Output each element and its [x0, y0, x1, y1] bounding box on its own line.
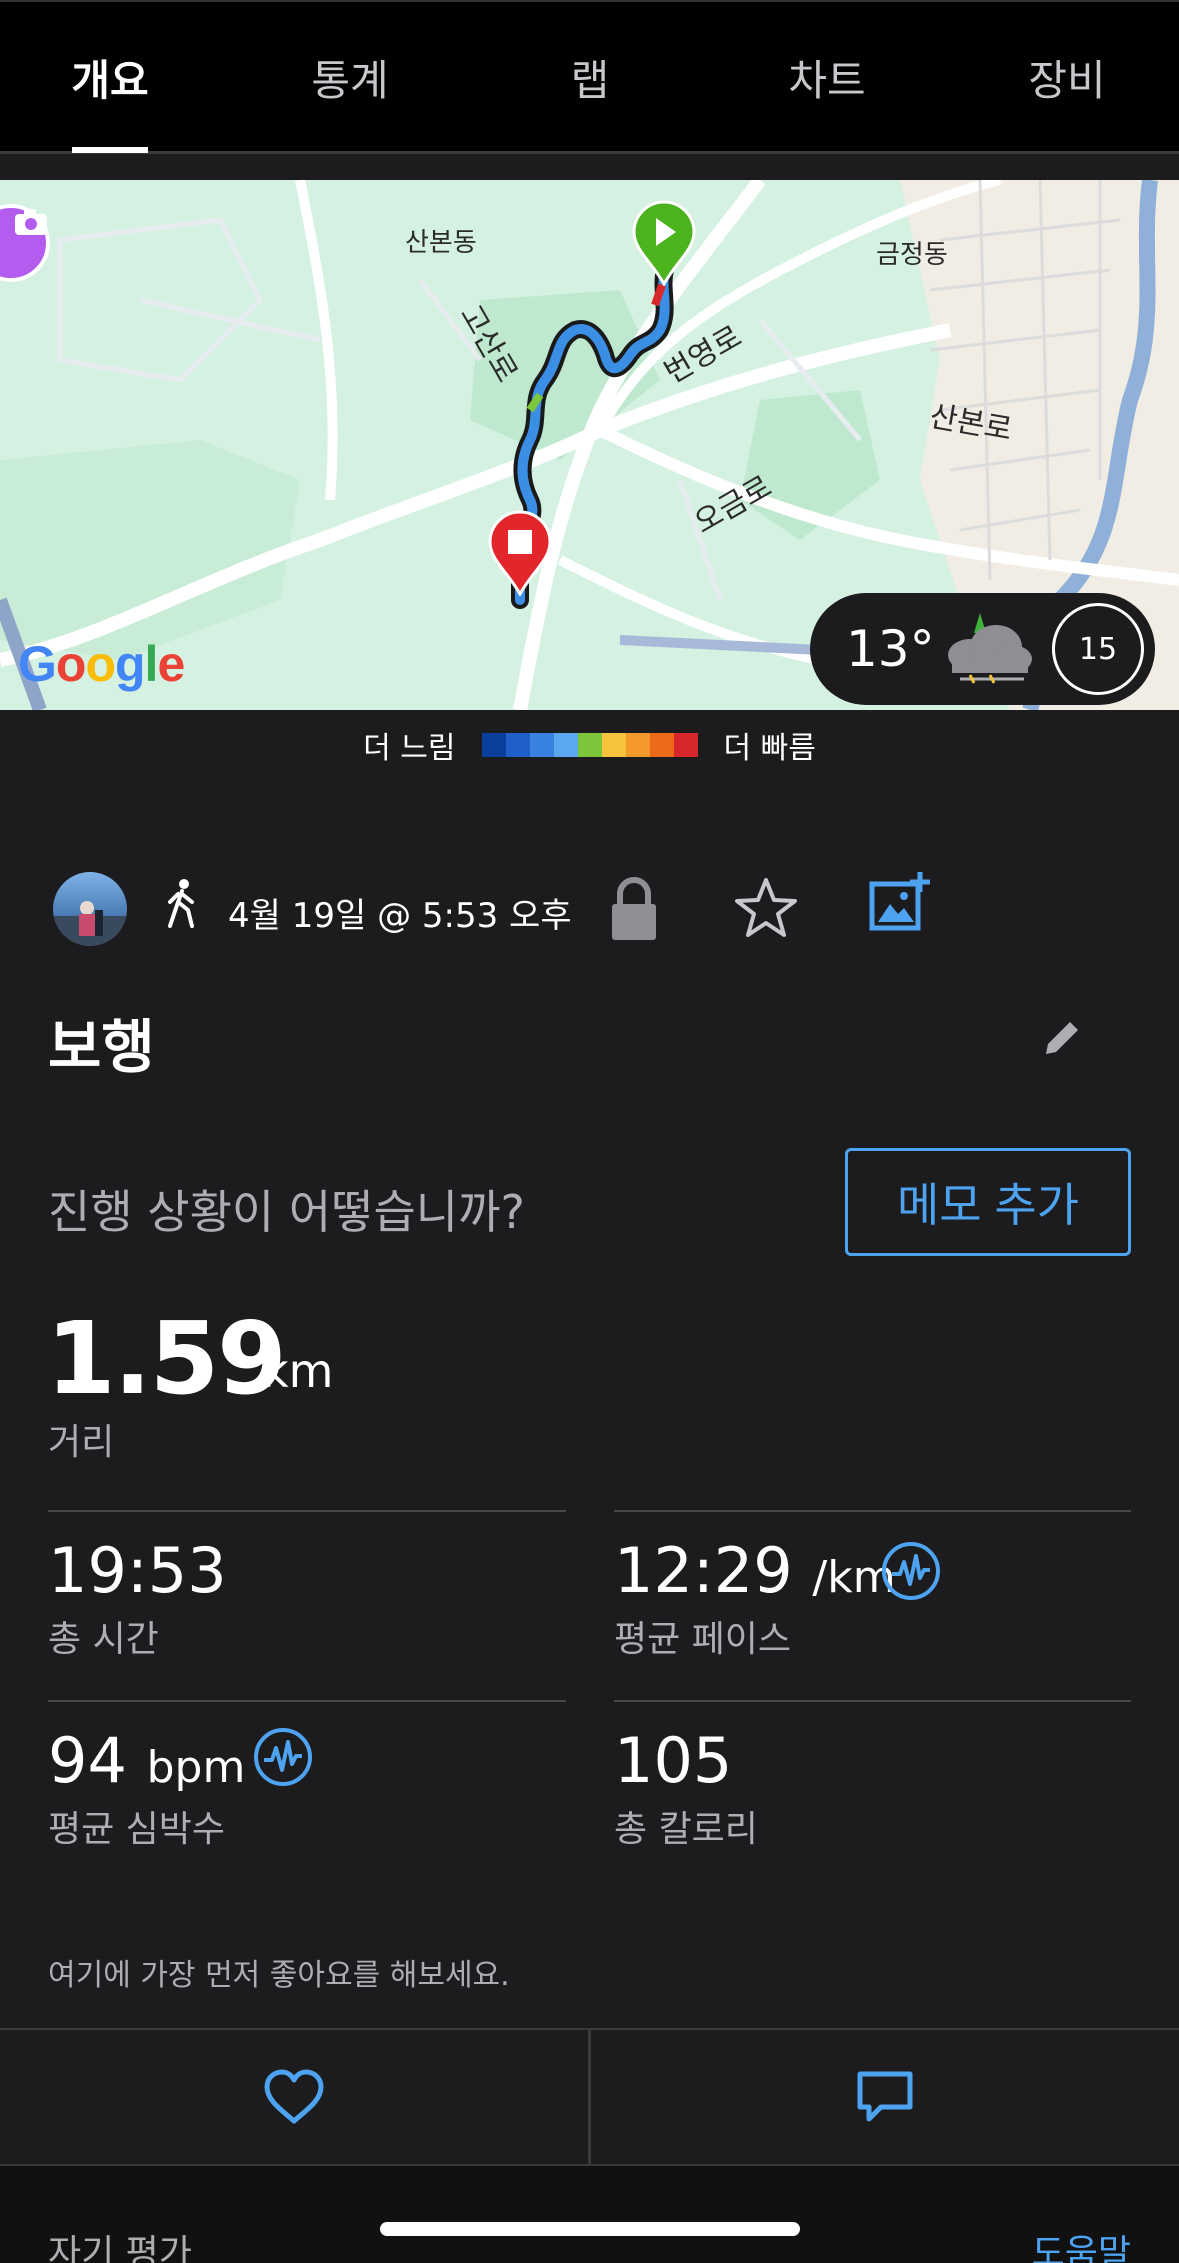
speed-color-swatch: [529, 733, 554, 757]
avg-pace-label: 평균 페이스: [614, 1619, 792, 1660]
lock-icon[interactable]: [608, 874, 660, 944]
distance-unit: km: [262, 1344, 334, 1398]
avg-hr-unit: bpm: [146, 1742, 246, 1793]
weather-widget: 13° 15: [810, 593, 1155, 705]
avg-pace-value: 12:29: [614, 1534, 793, 1607]
activity-title: 보행: [48, 1013, 155, 1081]
camera-icon: [15, 209, 47, 235]
speed-color-swatch: [601, 733, 626, 757]
tab-stats-label: 통계: [311, 56, 389, 105]
divider: [614, 1510, 1131, 1512]
avatar-image: [53, 901, 127, 946]
weather-temperature: 13°: [846, 620, 935, 678]
avg-hr-label: 평균 심박수: [48, 1809, 226, 1850]
add-memo-button[interactable]: 메모 추가: [845, 1148, 1131, 1256]
speed-color-swatch: [577, 733, 602, 757]
google-attribution: Google: [18, 636, 185, 692]
divider: [48, 1700, 566, 1702]
map-label-geumjeong-dong: 금정동: [876, 240, 948, 270]
speed-color-swatch: [649, 733, 674, 757]
speed-color-swatch: [553, 733, 578, 757]
comment-icon: [857, 2071, 913, 2122]
self-evaluation-title: 자기 평가: [48, 2233, 192, 2263]
legend-slow-label: 더 느림: [363, 731, 456, 766]
tab-laps[interactable]: 랩: [520, 2, 660, 153]
home-indicator[interactable]: [380, 2222, 800, 2236]
add-photo-icon[interactable]: [868, 870, 932, 934]
distance-label: 거리: [48, 1422, 115, 1463]
legend-fast-label: 더 빠름: [723, 731, 816, 766]
divider: [48, 1510, 566, 1512]
total-time-value: 19:53: [48, 1534, 227, 1607]
cloud-rain-icon: [948, 613, 1032, 684]
speed-color-swatch: [673, 733, 698, 757]
tab-overview[interactable]: 개요: [40, 2, 180, 153]
total-time-label: 총 시간: [48, 1619, 159, 1660]
tab-gear-label: 장비: [1028, 56, 1106, 105]
tab-charts[interactable]: 차트: [757, 2, 897, 153]
tab-charts-label: 차트: [788, 56, 866, 105]
finish-marker-icon: [488, 510, 552, 596]
calories-label: 총 칼로리: [614, 1809, 758, 1850]
tab-laps-label: 랩: [570, 56, 610, 105]
activity-meta-row: 4월 19일 @ 5:53 오후: [48, 870, 1148, 950]
star-icon[interactable]: [734, 876, 798, 938]
wind-speed-value: 15: [1078, 631, 1118, 667]
edit-icon[interactable]: [1040, 1016, 1084, 1060]
like-prompt: 여기에 가장 먼저 좋아요를 해보세요.: [48, 1958, 510, 1993]
route-map[interactable]: 산본동 금정동 고산로 번영로 산본로 오금로 Google 13° 15: [0, 180, 1179, 710]
speed-color-swatch: [625, 733, 650, 757]
help-link[interactable]: 도움말: [1032, 2224, 1131, 2263]
tab-stats[interactable]: 통계: [280, 2, 420, 153]
tab-bar: 개요 통계 랩 차트 장비: [0, 0, 1179, 154]
calories-value: 105: [614, 1724, 733, 1797]
performance-icon[interactable]: [880, 1540, 942, 1602]
speed-color-swatch: [505, 733, 530, 757]
tab-gear[interactable]: 장비: [997, 2, 1137, 153]
speed-color-swatch: [481, 733, 506, 757]
start-marker-icon: [632, 200, 696, 286]
heart-rate-icon[interactable]: [252, 1726, 314, 1788]
divider: [614, 1700, 1131, 1702]
map-label-sanbon-dong: 산본동: [405, 228, 477, 258]
like-button[interactable]: [0, 2030, 588, 2164]
tab-overview-label: 개요: [71, 56, 149, 105]
wind-speed-indicator: 15: [1052, 603, 1144, 695]
progress-question: 진행 상황이 어떻습니까?: [48, 1185, 525, 1239]
distance-value: 1.59: [46, 1300, 287, 1417]
avatar[interactable]: [53, 872, 127, 946]
comment-button[interactable]: [591, 2030, 1179, 2164]
avg-hr-value: 94: [48, 1724, 127, 1797]
speed-color-scale: [481, 733, 698, 757]
activity-date: 4월 19일 @ 5:53 오후: [228, 896, 572, 936]
social-actions: [0, 2028, 1179, 2166]
speed-legend: 더 느림 더 빠름: [0, 720, 1179, 770]
active-tab-indicator: [72, 147, 148, 153]
walking-icon: [168, 879, 194, 928]
self-evaluation-section: 자기 평가 도움말: [0, 2166, 1179, 2263]
heart-icon: [264, 2069, 324, 2124]
